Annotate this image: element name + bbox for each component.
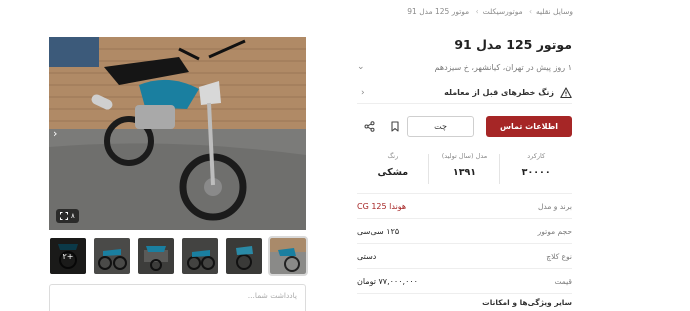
detail-row-price: قیمت ۷۷,۰۰۰,۰۰۰ تومان	[357, 268, 572, 293]
detail-value: دستی	[357, 251, 377, 261]
thumbnail[interactable]: +۲	[50, 238, 86, 274]
warning-triangle-icon	[560, 86, 572, 98]
detail-row-clutch: نوع کلاچ دستی	[357, 243, 572, 268]
detail-label: برند و مدل	[537, 201, 572, 211]
breadcrumb-item[interactable]: وسایل نقلیه	[536, 7, 573, 16]
details-list: برند و مدل هوندا CG 125 حجم موتور ۱۲۵ سی…	[357, 193, 572, 311]
key-specs: کارکرد ۳۰۰۰۰ مدل (سال تولید) ۱۳۹۱ رنگ مش…	[357, 152, 572, 188]
breadcrumb-separator: ›	[529, 7, 532, 16]
bookmark-icon[interactable]	[387, 118, 403, 134]
thumbnail[interactable]	[138, 238, 174, 274]
spec-label: مدل (سال تولید)	[441, 152, 488, 160]
breadcrumb-item: موتور 125 مدل 91	[407, 7, 470, 16]
listing-subtitle: ۱ روز پیش در تهران، کیانشهر، خ سیزدهم	[434, 63, 572, 72]
note-input[interactable]: یادداشت شما...	[49, 284, 306, 311]
chat-button[interactable]: چت	[407, 116, 474, 137]
chevron-down-icon[interactable]: ⌄	[357, 62, 365, 72]
more-features-row[interactable]: سایر ویژگی‌ها و امکانات	[357, 293, 572, 311]
spec-value: مشکی	[377, 167, 409, 178]
gallery-expand-icon	[60, 212, 68, 220]
chevron-right-icon[interactable]: ›	[53, 127, 57, 140]
contact-info-button[interactable]: اطلاعات تماس	[486, 116, 572, 137]
thumbnail[interactable]	[94, 238, 130, 274]
main-photo[interactable]: › ۸	[49, 37, 306, 230]
detail-value: ۷۷,۰۰۰,۰۰۰ تومان	[357, 276, 418, 286]
breadcrumb-separator: ›	[475, 7, 479, 16]
breadcrumb-item[interactable]: موتورسیکلت	[483, 7, 523, 16]
more-features-label: سایر ویژگی‌ها و امکانات	[482, 298, 572, 307]
thumbnail-strip: +۲	[49, 236, 308, 276]
spec-label: کارکرد	[527, 152, 546, 160]
brand-model-link[interactable]: هوندا CG 125	[357, 202, 406, 211]
breadcrumb: وسایل نقلیه › موتورسیکلت › موتور 125 مدل 9…	[407, 7, 573, 16]
thumbnail[interactable]	[268, 236, 308, 276]
spec-model-year: مدل (سال تولید) ۱۳۹۱	[429, 152, 501, 188]
thumbnail[interactable]	[182, 238, 218, 274]
chevron-left-icon: ‹	[361, 87, 365, 98]
more-photos-overlay[interactable]: +۲	[50, 238, 86, 274]
warning-text: زنگ خطرهای قبل از معامله	[444, 88, 554, 97]
detail-label: قیمت	[554, 276, 572, 286]
warning-row[interactable]: زنگ خطرهای قبل از معامله ‹	[357, 82, 572, 104]
spec-color: رنگ مشکی	[357, 152, 429, 188]
gallery-count: ۸	[71, 212, 75, 220]
thumbnail[interactable]	[226, 238, 262, 274]
detail-label: نوع کلاچ	[546, 251, 572, 261]
share-icon[interactable]	[361, 118, 377, 134]
spec-mileage: کارکرد ۳۰۰۰۰	[500, 152, 572, 188]
motorcycle-photo	[49, 37, 306, 230]
spec-label: رنگ	[387, 152, 399, 160]
page-title: موتور 125 مدل 91	[454, 37, 572, 52]
detail-row-engine: حجم موتور ۱۲۵ سی‌سی	[357, 218, 572, 243]
detail-row-brand: برند و مدل هوندا CG 125	[357, 193, 572, 218]
gallery-count-badge[interactable]: ۸	[56, 209, 79, 223]
detail-value: ۱۲۵ سی‌سی	[357, 226, 400, 236]
detail-label: حجم موتور	[537, 226, 572, 236]
spec-value: ۳۰۰۰۰	[521, 167, 551, 178]
spec-value: ۱۳۹۱	[452, 167, 477, 178]
